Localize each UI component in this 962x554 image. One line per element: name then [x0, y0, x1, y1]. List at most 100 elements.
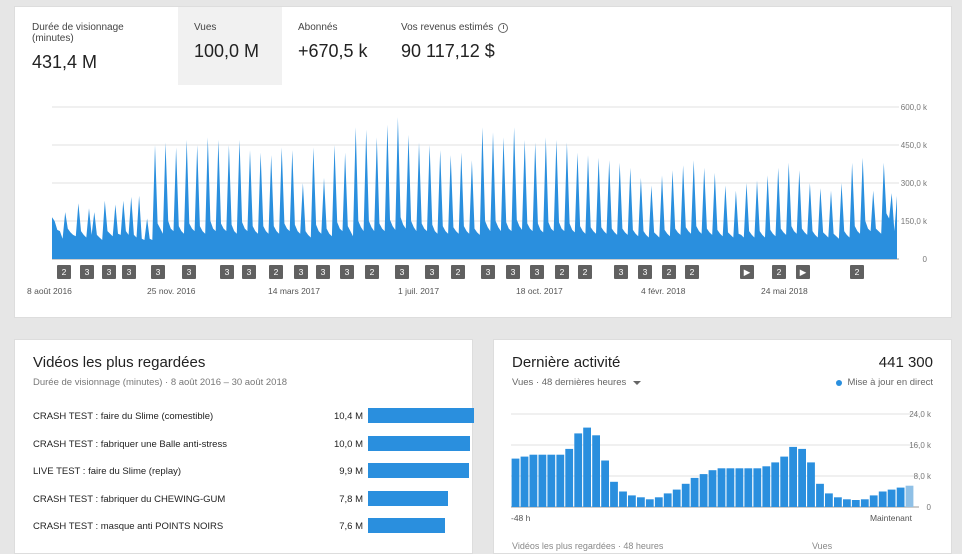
recent-bar	[681, 483, 690, 508]
period-selector[interactable]: Vues · 48 dernières heures	[512, 377, 642, 388]
recent-bar	[690, 477, 699, 507]
recent-bar	[869, 495, 878, 507]
top-videos-title: Vidéos les plus regardées	[33, 354, 206, 371]
metric-tab-2[interactable]: Abonnés +670,5 k	[282, 7, 385, 85]
metric-tab-1[interactable]: Vues 100,0 M	[178, 7, 282, 85]
video-value: 10,4 M	[333, 411, 363, 422]
recent-bar	[645, 499, 654, 508]
video-row[interactable]: CRASH TEST : fabriquer une Balle anti-st…	[33, 434, 470, 454]
recent-total: 441 300	[878, 354, 933, 371]
video-value: 7,8 M	[339, 493, 363, 505]
recent-bar	[860, 499, 869, 508]
event-marker-label: 2	[274, 267, 279, 277]
event-marker-label: 3	[321, 267, 326, 277]
video-bar	[368, 408, 474, 423]
metric-label-text: Durée de visionnage (minutes)	[32, 22, 124, 44]
event-marker: 3	[395, 265, 409, 279]
event-marker-label: 2	[855, 267, 860, 277]
video-bar	[368, 490, 448, 506]
x-tick-label: Maintenant	[870, 513, 913, 523]
y-tick-label: 300,0 k	[901, 179, 928, 188]
video-title[interactable]: LIVE TEST : faire du Slime (replay)	[33, 466, 181, 477]
recent-bar	[744, 468, 753, 508]
event-marker-label: 2	[456, 267, 461, 277]
recent-footer: Vidéos les plus regardées · 48 heures Vu…	[512, 541, 932, 551]
video-title[interactable]: CRASH TEST : faire du Slime (comestible)	[33, 411, 213, 422]
recent-bar	[672, 489, 681, 507]
recent-bar	[896, 487, 905, 507]
video-title[interactable]: CRASH TEST : fabriquer du CHEWING-GUM	[33, 494, 225, 505]
video-row[interactable]: CRASH TEST : masque anti POINTS NOIRS 7,6…	[33, 516, 463, 536]
y-tick-label: 16,0 k	[909, 441, 932, 450]
recent-bar	[807, 462, 815, 507]
event-marker: 3	[102, 265, 116, 279]
recent-bar	[834, 497, 842, 507]
recent-bar-chart[interactable]: 24,0 k 16,0 k 8,0 k 0 -48 h Maintenant	[494, 402, 953, 532]
video-value: 9,9 M	[339, 466, 363, 477]
event-marker: 3	[182, 265, 196, 279]
recent-bar	[565, 448, 574, 507]
event-marker-label: ▶	[800, 267, 807, 277]
recent-bar	[556, 454, 565, 507]
recent-bar	[637, 497, 645, 507]
recent-bar	[762, 466, 771, 507]
clock-icon	[498, 22, 509, 33]
metric-label-text: Vos revenus estimés	[401, 22, 494, 33]
event-marker-label: 3	[486, 267, 491, 277]
recent-bar	[825, 493, 833, 507]
recent-bar	[708, 470, 717, 507]
metric-tab-0[interactable]: Durée de visionnage (minutes) 431,4 M	[16, 7, 179, 85]
x-tick-label: 25 nov. 2016	[147, 286, 196, 296]
period-selector-label: Vues · 48 dernières heures	[512, 377, 627, 388]
event-marker: 2	[578, 265, 592, 279]
event-marker-label: 3	[225, 267, 230, 277]
caret-down-icon	[633, 380, 642, 385]
event-marker: 2	[555, 265, 569, 279]
event-marker: ▶	[740, 265, 754, 279]
recent-bar	[771, 462, 780, 507]
x-tick-label: 4 févr. 2018	[641, 286, 686, 296]
video-value: 10,0 M	[333, 438, 363, 450]
recent-bar	[735, 468, 744, 508]
recent-bar	[529, 454, 538, 507]
recent-bar	[878, 491, 887, 507]
recent-bar	[789, 446, 797, 507]
views-area-chart[interactable]: 600,0 k 450,0 k 300,0 k 150,0 k 0 2 3 3 3 3 3 3 3 2 3 3…	[15, 85, 953, 319]
event-marker-label: 3	[127, 267, 132, 277]
event-marker-label: 2	[370, 267, 375, 277]
event-marker-label: 3	[511, 267, 516, 277]
video-row[interactable]: CRASH TEST : faire du Slime (comestible)…	[33, 406, 474, 426]
event-marker: 3	[151, 265, 165, 279]
recent-bar	[520, 456, 529, 507]
event-marker-label: 3	[619, 267, 624, 277]
video-title[interactable]: CRASH TEST : fabriquer une Balle anti-st…	[33, 439, 227, 450]
metric-label: Abonnés	[298, 22, 369, 33]
recent-bar	[538, 454, 547, 507]
metric-value: 100,0 M	[194, 41, 260, 61]
event-marker: 2	[57, 265, 71, 279]
event-marker: 2	[685, 265, 699, 279]
metric-value: 90 117,12 $	[401, 41, 495, 61]
event-marker: 3	[242, 265, 256, 279]
y-tick-label: 450,0 k	[901, 141, 928, 150]
event-marker: 3	[316, 265, 330, 279]
recent-activity-card: Dernière activité 441 300 Vues · 48 dern…	[493, 339, 952, 554]
event-marker: 3	[80, 265, 94, 279]
event-marker-label: 3	[107, 267, 112, 277]
event-marker: ▶	[796, 265, 810, 279]
recent-bar	[780, 456, 789, 507]
video-row[interactable]: CRASH TEST : fabriquer du CHEWING-GUM 7,8…	[33, 489, 463, 509]
video-row[interactable]: LIVE TEST : faire du Slime (replay) 9,9 M	[33, 461, 469, 481]
metric-label-text: Abonnés	[298, 22, 338, 33]
top-videos-subtitle: Durée de visionnage (minutes) · 8 août 2…	[33, 377, 288, 388]
live-dot-icon	[836, 379, 843, 386]
event-marker-label: 3	[247, 267, 252, 277]
event-marker-label: 3	[643, 267, 648, 277]
top-videos-card: Vidéos les plus regardées Durée de visio…	[14, 339, 474, 554]
metric-tab-3[interactable]: Vos revenus estimés 90 117,12 $	[385, 7, 525, 85]
event-marker-label: 2	[560, 267, 565, 277]
event-marker-label: 3	[187, 267, 192, 277]
recent-bar	[619, 491, 627, 507]
live-label: Mise à jour en direct	[847, 377, 933, 388]
video-title[interactable]: CRASH TEST : masque anti POINTS NOIRS	[33, 521, 223, 532]
